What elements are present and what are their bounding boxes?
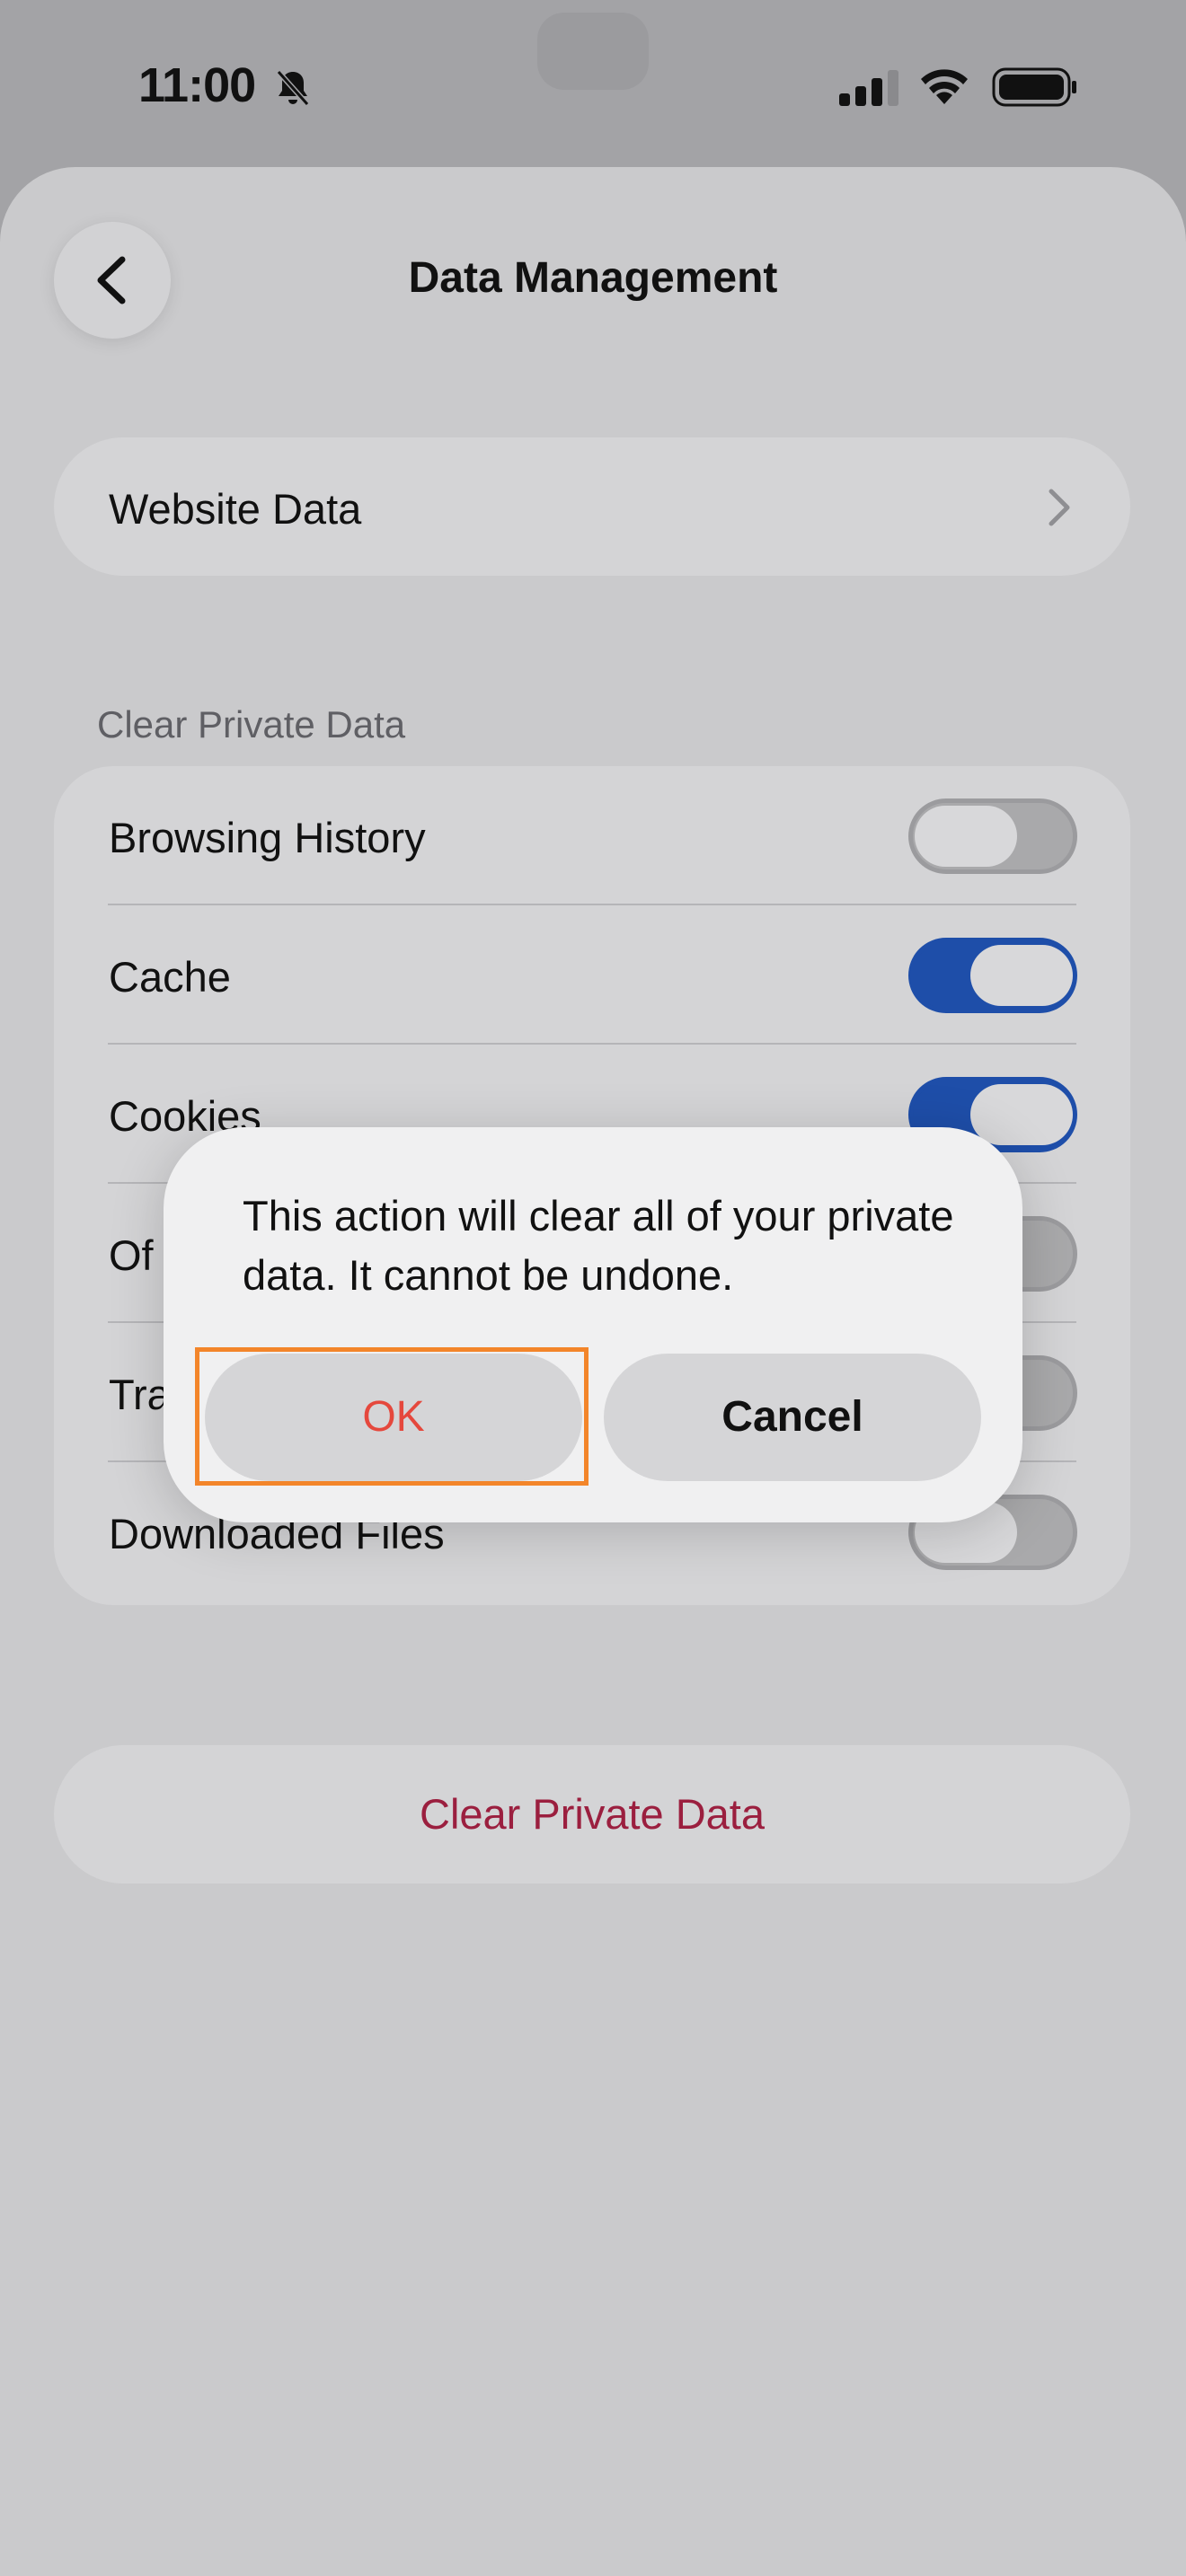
cache-toggle[interactable] [908, 938, 1077, 1013]
website-data-label: Website Data [109, 485, 362, 533]
toggle-knob [915, 806, 1017, 867]
chevron-right-icon [1049, 489, 1070, 526]
toggle-knob [970, 1084, 1073, 1145]
option-label: Of [109, 1231, 154, 1279]
status-time: 11:00 [138, 58, 256, 112]
website-data-row[interactable]: Website Data [54, 437, 1130, 576]
bell-slash-icon [276, 70, 310, 106]
option-label: Cache [109, 953, 231, 1001]
cancel-button[interactable]: Cancel [604, 1354, 981, 1481]
section-header-clear-private-data: Clear Private Data [97, 703, 406, 745]
cellular-signal-icon [839, 70, 898, 106]
browsing-history-toggle[interactable] [908, 798, 1077, 874]
wifi-icon [921, 69, 968, 104]
toggle-knob [970, 945, 1073, 1006]
ok-button-highlight [195, 1347, 589, 1486]
page-title: Data Management [408, 254, 778, 302]
option-row-browsing-history[interactable]: Browsing History [54, 766, 1130, 905]
dynamic-island [537, 13, 649, 90]
dialog-message: This action will clear all of your priva… [243, 1192, 954, 1299]
option-label: Tra [109, 1371, 171, 1418]
option-row-cache[interactable]: Cache [54, 905, 1130, 1045]
option-label: Browsing History [109, 814, 426, 861]
status-bar: 11:00 [0, 0, 1186, 167]
battery-icon [992, 67, 1076, 107]
clear-private-data-button[interactable]: Clear Private Data [54, 1745, 1130, 1883]
